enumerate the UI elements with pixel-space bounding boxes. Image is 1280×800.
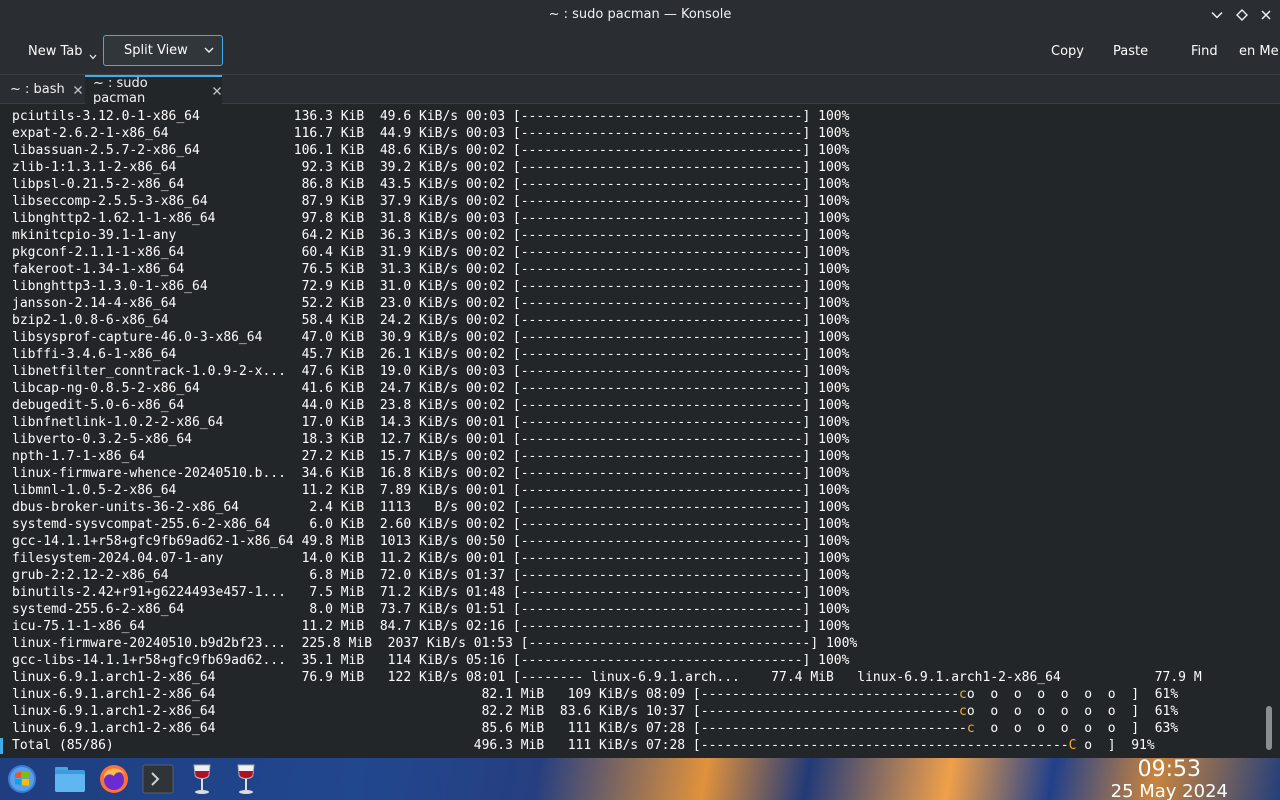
new-tab-button[interactable]: New Tab	[28, 36, 83, 66]
terminal-line: libnfnetlink-1.0.2-2-x86_64 17.0 KiB 14.…	[12, 415, 850, 430]
terminal-line: systemd-sysvcompat-255.6-2-x86_64 6.0 Ki…	[12, 517, 850, 532]
close-tab-icon[interactable]	[212, 86, 222, 96]
progress-text: linux-6.9.1.arch1-2-x86_64 82.2 MiB 83.6…	[12, 704, 960, 719]
diamond-icon	[1236, 9, 1248, 21]
main-menu-button[interactable]: en Me	[1239, 36, 1280, 66]
terminal-line: bzip2-1.0.8-6-x86_64 58.4 KiB 24.2 KiB/s…	[12, 313, 850, 328]
terminal-line: binutils-2.42+r91+g6224493e457-1... 7.5 …	[12, 585, 850, 600]
split-view-button[interactable]: Split View	[103, 35, 223, 66]
terminal-line: fakeroot-1.34-1-x86_64 76.5 KiB 31.3 KiB…	[12, 262, 850, 277]
terminal-line: gcc-14.1.1+r58+gfc9fb69ad62-1-x86_64 49.…	[12, 534, 850, 549]
current-line-marker	[0, 738, 3, 754]
terminal-line: npth-1.7-1-x86_64 27.2 KiB 15.7 KiB/s 00…	[12, 449, 850, 464]
firefox-icon[interactable]	[96, 761, 132, 797]
new-tab-menu-icon[interactable]	[89, 54, 97, 60]
terminal-line: jansson-2.14-4-x86_64 52.2 KiB 23.0 KiB/…	[12, 296, 850, 311]
progress-tail: o o o o o o ] 63%	[974, 721, 1179, 736]
clock-date: 25 May 2024	[1110, 781, 1228, 800]
files-icon[interactable]	[52, 761, 88, 797]
terminal-line: libnetfilter_conntrack-1.0.9-2-x... 47.6…	[12, 364, 850, 379]
terminal-line: linux-firmware-20240510.b9d2bf23... 225.…	[12, 636, 858, 651]
tab-label: ~ : sudo pacman	[93, 75, 148, 106]
start-menu-icon[interactable]	[4, 761, 40, 797]
close-window-button[interactable]	[1256, 5, 1276, 25]
terminal-line: libverto-0.3.2-5-x86_64 18.3 KiB 12.7 Ki…	[12, 432, 850, 447]
chevron-down-icon	[204, 47, 214, 53]
progress-text: linux-6.9.1.arch1-2-x86_64 82.1 MiB 109 …	[12, 687, 960, 702]
progress-tail: o ] 91%	[1076, 738, 1155, 753]
terminal-line: dbus-broker-units-36-2-x86_64 2.4 KiB 11…	[12, 500, 850, 515]
terminal-line: zlib-1:1.3.1-2-x86_64 92.3 KiB 39.2 KiB/…	[12, 160, 850, 175]
progress-marker: c	[966, 721, 975, 736]
toolbar: New Tab Split View Copy Paste Find en Me	[0, 30, 1280, 74]
chevron-down-icon	[1211, 11, 1223, 19]
progress-text: linux-6.9.1.arch1-2-x86_64 85.6 MiB 111 …	[12, 721, 967, 736]
terminal-line: libnghttp3-1.3.0-1-x86_64 72.9 KiB 31.0 …	[12, 279, 850, 294]
paste-button[interactable]: Paste	[1113, 36, 1148, 66]
maximize-button[interactable]	[1232, 5, 1252, 25]
terminal-line: debugedit-5.0-6-x86_64 44.0 KiB 23.8 KiB…	[12, 398, 850, 413]
terminal-line: libcap-ng-0.8.5-2-x86_64 41.6 KiB 24.7 K…	[12, 381, 850, 396]
terminal-line: mkinitcpio-39.1-1-any 64.2 KiB 36.3 KiB/…	[12, 228, 850, 243]
minimize-button[interactable]	[1207, 5, 1227, 25]
terminal-line: expat-2.6.2-1-x86_64 116.7 KiB 44.9 KiB/…	[12, 126, 850, 141]
terminal-line: systemd-255.6-2-x86_64 8.0 MiB 73.7 KiB/…	[12, 602, 850, 617]
split-view-label: Split View	[124, 43, 188, 58]
terminal-line: grub-2:2.12-2-x86_64 6.8 MiB 72.0 KiB/s …	[12, 568, 850, 583]
terminal-line: pkgconf-2.1.1-1-x86_64 60.4 KiB 31.9 KiB…	[12, 245, 850, 260]
find-button[interactable]: Find	[1191, 36, 1218, 66]
terminal-line: linux-firmware-whence-20240510.b... 34.6…	[12, 466, 850, 481]
scrollbar[interactable]	[1262, 104, 1280, 758]
progress-marker: c	[959, 704, 967, 719]
close-icon	[1261, 10, 1271, 20]
taskbar: 09:53 25 May 2024	[0, 758, 1280, 800]
clock[interactable]: 09:53 25 May 2024	[1111, 758, 1228, 800]
terminal-line: libmnl-1.0.5-2-x86_64 11.2 KiB 7.89 KiB/…	[12, 483, 850, 498]
tab-bar: ~ : bash ~ : sudo pacman	[0, 74, 1280, 106]
terminal-icon[interactable]	[140, 761, 176, 797]
copy-button[interactable]: Copy	[1051, 36, 1084, 66]
tab-label: ~ : bash	[10, 82, 65, 97]
wine-glass-icon[interactable]	[228, 761, 264, 797]
tab-bash[interactable]: ~ : bash	[0, 75, 84, 104]
progress-line: linux-6.9.1.arch1-2-x86_64 85.6 MiB 111 …	[12, 720, 1178, 737]
progress-marker: c	[959, 687, 967, 702]
terminal-line: libsysprof-capture-46.0-3-x86_64 47.0 Ki…	[12, 330, 850, 345]
terminal-line: linux-6.9.1.arch1-2-x86_64 76.9 MiB 122 …	[12, 670, 1202, 685]
terminal-line: gcc-libs-14.1.1+r58+gfc9fb69ad62... 35.1…	[12, 653, 850, 668]
progress-tail: o o o o o o o ] 61%	[966, 704, 1179, 719]
clock-time: 09:53	[1137, 758, 1202, 782]
terminal-line: libffi-3.4.6-1-x86_64 45.7 KiB 26.1 KiB/…	[12, 347, 850, 362]
terminal-line: filesystem-2024.04.07-1-any 14.0 KiB 11.…	[12, 551, 850, 566]
terminal-line: libseccomp-2.5.5-3-x86_64 87.9 KiB 37.9 …	[12, 194, 850, 209]
title-bar: ~ : sudo pacman — Konsole	[0, 0, 1280, 30]
terminal-line: libassuan-2.5.7-2-x86_64 106.1 KiB 48.6 …	[12, 143, 850, 158]
progress-line: Total (85/86) 496.3 MiB 111 KiB/s 07:28 …	[12, 737, 1155, 754]
terminal-line: libpsl-0.21.5-2-x86_64 86.8 KiB 43.5 KiB…	[12, 177, 850, 192]
terminal-line: icu-75.1-1-x86_64 11.2 MiB 84.7 KiB/s 02…	[12, 619, 850, 634]
progress-text: Total (85/86) 496.3 MiB 111 KiB/s 07:28 …	[12, 738, 1069, 753]
terminal-line: libnghttp2-1.62.1-1-x86_64 97.8 KiB 31.8…	[12, 211, 850, 226]
wine-glass-icon[interactable]	[184, 761, 220, 797]
progress-line: linux-6.9.1.arch1-2-x86_64 82.2 MiB 83.6…	[12, 703, 1178, 720]
progress-tail: o o o o o o o ] 61%	[966, 687, 1179, 702]
scrollbar-thumb[interactable]	[1266, 706, 1272, 750]
tab-sudo-pacman[interactable]: ~ : sudo pacman	[85, 75, 222, 106]
progress-line: linux-6.9.1.arch1-2-x86_64 82.1 MiB 109 …	[12, 686, 1178, 703]
close-tab-icon[interactable]	[73, 85, 83, 95]
terminal-line: pciutils-3.12.0-1-x86_64 136.3 KiB 49.6 …	[12, 109, 850, 124]
window-title: ~ : sudo pacman — Konsole	[548, 7, 732, 22]
